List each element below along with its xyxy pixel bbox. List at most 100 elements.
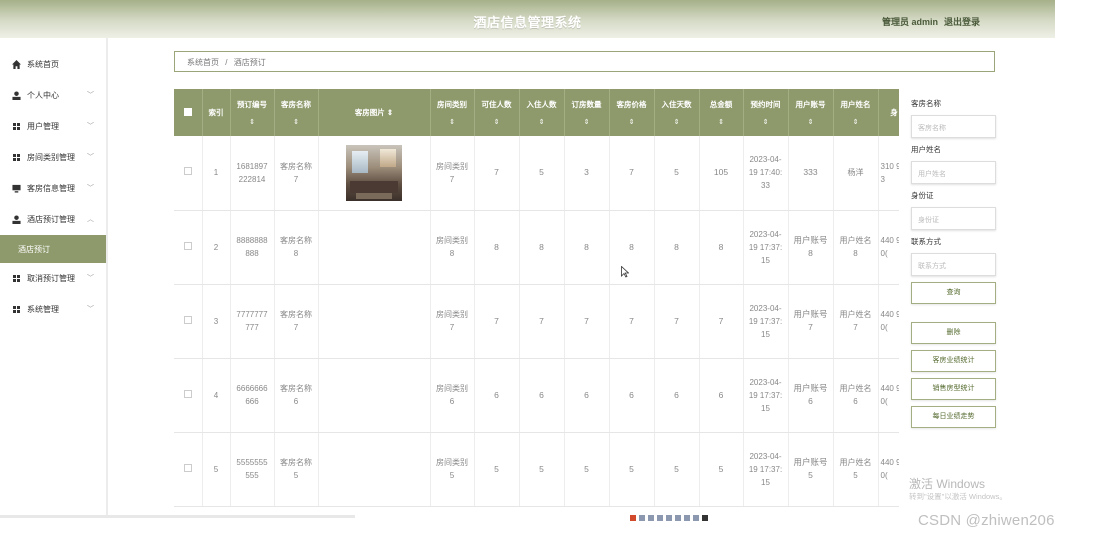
room-count: 7 [564, 284, 610, 359]
column-header-label: 索引 [208, 108, 224, 117]
daily-trend-button[interactable]: 每日业绩走势 [911, 406, 996, 428]
stay-days: 5 [654, 432, 700, 507]
sort-icon[interactable]: ⇕ [475, 118, 519, 126]
sort-icon[interactable]: ⇕ [610, 118, 654, 126]
column-header[interactable]: 房间类别 ⇕ [430, 89, 475, 136]
column-header[interactable]: 用户账号 ⇕ [788, 89, 834, 136]
column-header[interactable]: 用户姓名 ⇕ [833, 89, 879, 136]
sidebar-item-label: 用户管理 [27, 122, 59, 131]
chevron-down-icon: ﹀ [87, 306, 94, 313]
sort-icon[interactable]: ⇕ [520, 118, 564, 126]
column-header[interactable]: 总金额 ⇕ [699, 89, 744, 136]
user-name-input[interactable]: 用户姓名 [911, 161, 996, 184]
breadcrumb-home[interactable]: 系统首页 [187, 58, 219, 67]
table-row[interactable]: 1 1681897222814 客房名称7 房间类别7 7 5 3 7 5 105 2023-04-… [174, 136, 899, 211]
sidebar-item-cancel-mgmt[interactable]: 取消预订管理 ﹀ [0, 263, 106, 294]
sidebar-item-booking-mgmt[interactable]: 酒店预订管理 ︿ [0, 204, 106, 235]
column-header[interactable]: 索引 [202, 89, 231, 136]
sidebar-item-users[interactable]: 用户管理 ﹀ [0, 111, 106, 142]
row-checkbox[interactable] [183, 167, 192, 176]
table-row[interactable]: 2 8888888888 客房名称8 房间类别8 8 8 8 8 8 8 2023-04-19 17… [174, 210, 899, 285]
guest-count: 8 [519, 210, 565, 285]
column-header-label: 入住天数 [661, 100, 692, 109]
app-icon [702, 515, 708, 521]
sidebar-item-system[interactable]: 系统管理 ﹀ [0, 294, 106, 325]
booking-time: 2023-04-19 17:37:15 [743, 210, 789, 285]
row-index: 4 [202, 358, 231, 433]
column-header[interactable]: 预订编号 ⇕ [230, 89, 275, 136]
column-header[interactable]: 入住人数 ⇕ [519, 89, 565, 136]
sort-icon[interactable]: ⇕ [744, 118, 788, 126]
sort-icon[interactable]: ⇕ [655, 118, 699, 126]
sort-icon[interactable]: ⇕ [565, 118, 609, 126]
sidebar-item-label: 系统首页 [27, 60, 59, 69]
table-row[interactable]: 5 5555555555 客房名称5 房间类别5 5 5 5 5 5 5 2023-04-19 17… [174, 432, 899, 507]
sort-icon[interactable]: ⇕ [834, 118, 878, 126]
row-checkbox[interactable] [183, 241, 192, 250]
row-checkbox[interactable] [183, 389, 192, 398]
column-header[interactable]: 预约时间 ⇕ [743, 89, 789, 136]
room-name-input[interactable]: 客房名称 [911, 115, 996, 138]
column-header[interactable]: 身 [878, 89, 899, 136]
query-button[interactable]: 查询 [911, 282, 996, 304]
room-image [318, 210, 431, 285]
user-name: 用户姓名5 [833, 432, 879, 507]
room-stats-button[interactable]: 客房业绩统计 [911, 350, 996, 372]
table-row[interactable]: 4 6666666666 客房名称6 房间类别6 6 6 6 6 6 6 2023-04-19 17… [174, 358, 899, 433]
sidebar-item-home[interactable]: 系统首页 [0, 49, 106, 80]
horizontal-scrollbar[interactable] [0, 515, 355, 518]
room-photo [346, 144, 402, 201]
sidebar-item-room-types[interactable]: 房间类别管理 ﹀ [0, 142, 106, 173]
room-count: 6 [564, 358, 610, 433]
table-row[interactable]: 3 7777777777 客房名称7 房间类别7 7 7 7 7 7 7 2023-04-19 17… [174, 284, 899, 359]
table-header-row: 索引 预订编号 ⇕ 客房名称 ⇕ 客房图片 ⇕ 房间类别 ⇕ 可住人数 ⇕ 入住人数 ⇕ 订房数量 ⇕ 客房… [174, 89, 899, 136]
grid-icon [12, 274, 21, 283]
order-number: 5555555555 [230, 432, 275, 507]
room-name: 客房名称6 [274, 358, 319, 433]
person-icon [12, 215, 21, 224]
sort-icon[interactable]: ⇕ [231, 118, 274, 126]
chevron-down-icon: ﹀ [87, 154, 94, 161]
stay-days: 8 [654, 210, 700, 285]
order-number: 6666666666 [230, 358, 275, 433]
column-header[interactable]: 可住人数 ⇕ [474, 89, 520, 136]
column-header[interactable]: 入住天数 ⇕ [654, 89, 700, 136]
row-checkbox[interactable] [183, 315, 192, 324]
id-card-input[interactable]: 身份证 [911, 207, 996, 230]
column-header[interactable]: 订房数量 ⇕ [564, 89, 610, 136]
column-header[interactable]: 客房图片 ⇕ [318, 89, 431, 136]
logout-link[interactable]: 退出登录 [944, 17, 980, 27]
sort-icon[interactable]: ⇕ [700, 118, 743, 126]
delete-button[interactable]: 删除 [911, 322, 996, 344]
user-area: 管理员 admin 退出登录 [882, 15, 986, 28]
user-name: 用户姓名8 [833, 210, 879, 285]
user-account: 用户账号8 [788, 210, 834, 285]
column-header-label: 用户姓名 [840, 100, 871, 109]
column-header-label: 房间类别 [437, 100, 467, 109]
stay-days: 6 [654, 358, 700, 433]
room-type-stats-button[interactable]: 销售房型统计 [911, 378, 996, 400]
user-name-label: 用户姓名 [911, 145, 941, 154]
select-all-checkbox[interactable] [183, 107, 192, 116]
sidebar-item-personal[interactable]: 个人中心 ﹀ [0, 80, 106, 111]
column-header[interactable]: 客房名称 ⇕ [274, 89, 319, 136]
app-icon [675, 515, 681, 521]
sort-icon[interactable]: ⇕ [431, 118, 474, 126]
column-header[interactable]: 客房价格 ⇕ [609, 89, 655, 136]
sidebar-item-rooms[interactable]: 客房信息管理 ﹀ [0, 173, 106, 204]
contact-input[interactable]: 联系方式 [911, 253, 996, 276]
total-amount: 5 [699, 432, 744, 507]
sort-icon[interactable]: ⇕ [275, 118, 318, 126]
room-price: 7 [609, 284, 655, 359]
select-all-checkbox-header[interactable] [174, 89, 203, 136]
room-name: 客房名称8 [274, 210, 319, 285]
row-checkbox[interactable] [183, 463, 192, 472]
column-header-label: 客房名称 [281, 100, 311, 109]
sort-icon[interactable]: ⇕ [789, 118, 833, 126]
user-account: 用户账号5 [788, 432, 834, 507]
room-name: 客房名称7 [274, 136, 319, 211]
column-header-label: 可住人数 [481, 100, 512, 109]
booking-time: 2023-04-19 17:37:15 [743, 358, 789, 433]
home-icon [12, 60, 21, 69]
sidebar-item-booking[interactable]: 酒店预订 [0, 235, 106, 263]
